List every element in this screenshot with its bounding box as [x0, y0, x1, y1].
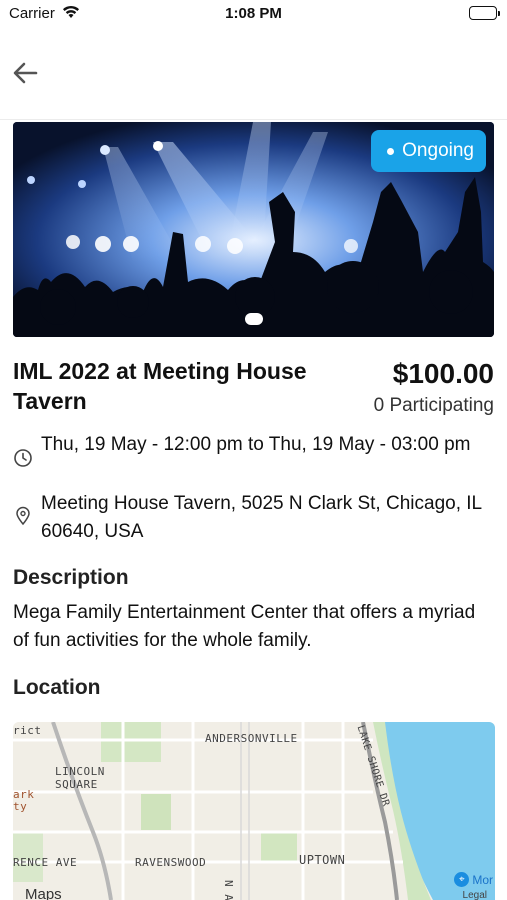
- map-label-uptown: UPTOWN: [299, 853, 346, 867]
- status-badge-label: Ongoing: [402, 140, 474, 161]
- participant-count: 0 Participating: [373, 395, 494, 416]
- navigation-bar: [0, 40, 507, 120]
- clock-icon: [13, 448, 33, 473]
- map-label-rence-ave: RENCE AVE: [13, 856, 78, 869]
- event-datetime-row: Thu, 19 May - 12:00 pm to Thu, 19 May - …: [13, 431, 498, 487]
- location-pin-icon: [15, 506, 31, 531]
- map-label-ty: ty: [13, 800, 28, 813]
- map-label-ashland: N ASHLA: [222, 880, 235, 900]
- map-label-ravenswood: RAVENSWOOD: [135, 856, 207, 869]
- map-tiles: [13, 722, 495, 900]
- map-label-andersonville: ANDERSONVILLE: [205, 732, 298, 745]
- map-label-lincoln: LINCOLN: [55, 765, 105, 778]
- event-address-row: Meeting House Tavern, 5025 N Clark St, C…: [13, 490, 498, 546]
- map-more-label: Mor: [472, 872, 493, 887]
- status-bar: Carrier 1:08 PM: [0, 0, 507, 28]
- event-address[interactable]: Meeting House Tavern, 5025 N Clark St, C…: [41, 490, 501, 546]
- event-datetime: Thu, 19 May - 12:00 pm to Thu, 19 May - …: [41, 434, 471, 455]
- arrow-left-icon: [13, 62, 38, 84]
- back-button[interactable]: [10, 58, 50, 88]
- description-text: Mega Family Entertainment Center that of…: [13, 602, 476, 651]
- maps-logo: Maps: [25, 886, 62, 900]
- map-label-district: rict: [13, 724, 42, 737]
- event-title: IML 2022 at Meeting House Tavern: [13, 358, 307, 414]
- description-heading: Description: [13, 566, 129, 589]
- status-dot-icon: [387, 147, 395, 155]
- map-legal-link[interactable]: Legal: [463, 890, 487, 900]
- status-badge: Ongoing: [371, 130, 486, 172]
- clock-time: 1:08 PM: [225, 5, 282, 22]
- event-image-carousel[interactable]: Ongoing: [13, 122, 494, 337]
- location-map[interactable]: rict ANDERSONVILLE LINCOLN SQUARE ark ty…: [13, 722, 495, 900]
- event-price: $100.00: [392, 358, 494, 389]
- map-label-square: SQUARE: [55, 778, 98, 791]
- location-heading: Location: [13, 676, 101, 699]
- carousel-page-indicator[interactable]: [245, 313, 263, 325]
- map-more-link[interactable]: ⌖ Mor: [454, 872, 493, 887]
- map-pin-icon: ⌖: [454, 872, 470, 887]
- battery-icon: [469, 6, 500, 20]
